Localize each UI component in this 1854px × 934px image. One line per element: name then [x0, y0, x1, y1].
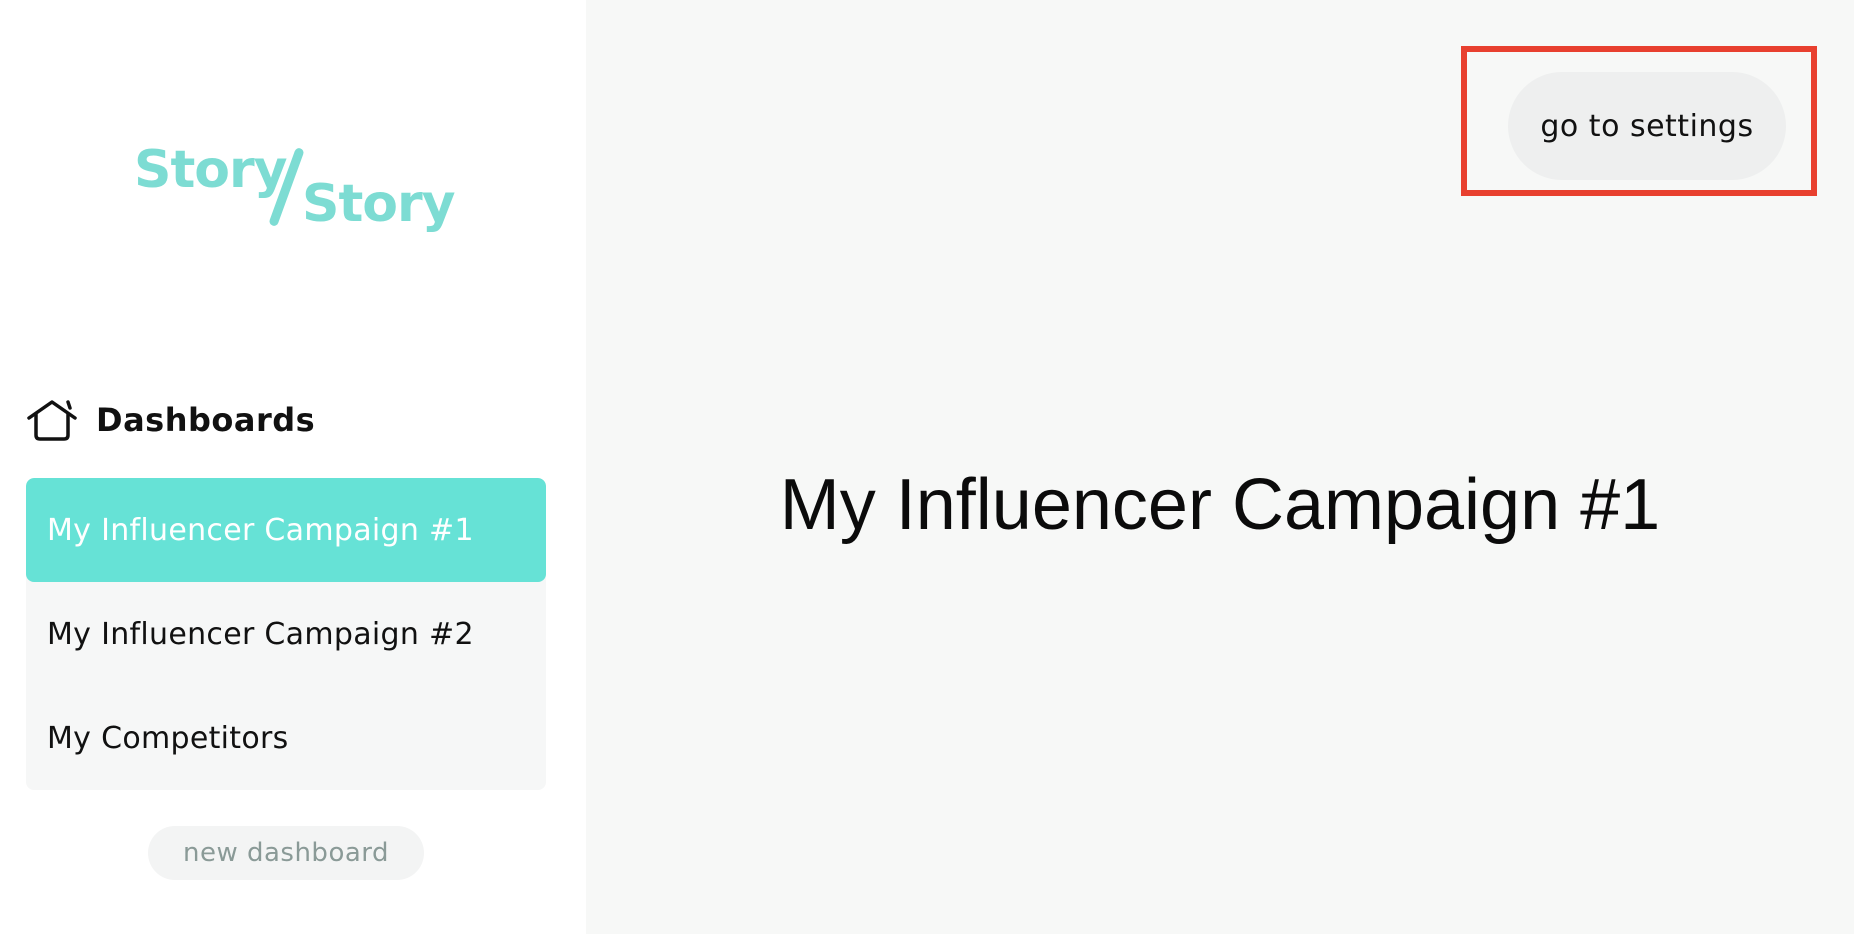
sidebar-item-campaign-2[interactable]: My Influencer Campaign #2 — [26, 582, 546, 686]
sidebar: Story Story Dashboards My Influencer Cam… — [0, 0, 586, 934]
dashboard-list: My Influencer Campaign #1 My Influencer … — [26, 478, 546, 790]
logo-word-second: Story — [302, 174, 456, 234]
logo[interactable]: Story Story — [134, 140, 456, 240]
logo-word-first: Story — [134, 140, 288, 200]
page-title: My Influencer Campaign #1 — [779, 465, 1661, 545]
dashboards-header: Dashboards — [26, 394, 315, 446]
home-icon — [26, 396, 78, 444]
new-dashboard-button[interactable]: new dashboard — [148, 826, 424, 880]
app-root: Story Story Dashboards My Influencer Cam… — [0, 0, 1854, 934]
sidebar-item-competitors[interactable]: My Competitors — [26, 686, 546, 790]
dashboards-title: Dashboards — [96, 401, 316, 439]
main-content: go to settings My Influencer Campaign #1 — [586, 0, 1854, 934]
sidebar-item-campaign-1[interactable]: My Influencer Campaign #1 — [26, 478, 546, 582]
go-to-settings-button[interactable]: go to settings — [1508, 72, 1786, 180]
